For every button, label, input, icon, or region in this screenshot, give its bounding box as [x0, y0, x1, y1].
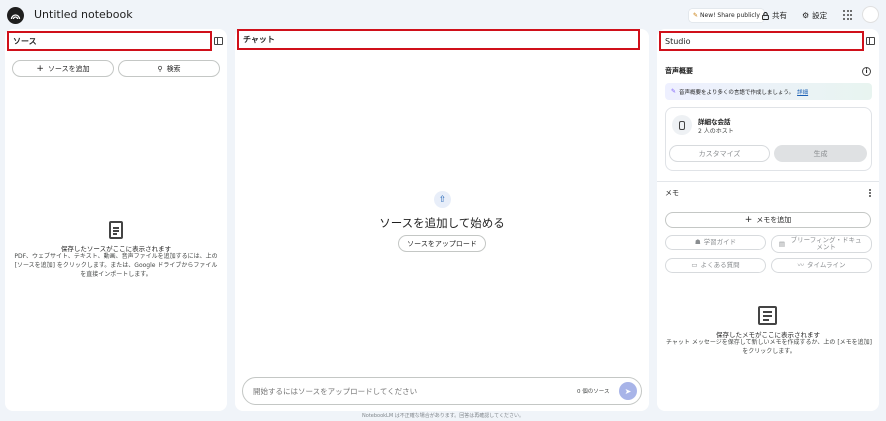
studio-panel-title: Studio: [659, 31, 864, 51]
add-memo-button[interactable]: + メモを追加: [665, 212, 871, 228]
chat-panel-title: チャット: [237, 29, 640, 50]
sources-panel: ソース + ソースを追加 ⚲ 検索 保存したソースがここに表示されます PDF、…: [5, 29, 227, 411]
banner-text: 音声概要をより多くの言語で作成しましょう。: [679, 89, 795, 96]
notebook-title[interactable]: Untitled notebook: [34, 8, 133, 21]
study-guide-button[interactable]: ☗ 学習ガイド: [665, 235, 766, 250]
faq-button[interactable]: ▭ よくある質問: [665, 258, 766, 273]
sources-panel-title: ソース: [7, 31, 212, 51]
study-guide-label: 学習ガイド: [703, 238, 737, 246]
section-divider: [657, 181, 879, 182]
briefing-doc-label: ブリーフィング・ドキュメント: [790, 236, 862, 251]
timeline-icon: 〰: [797, 261, 804, 269]
info-icon[interactable]: i: [862, 67, 871, 76]
search-button[interactable]: ⚲ 検索: [118, 60, 220, 77]
sparkle-icon: ✎: [671, 88, 677, 95]
memo-note-icon: [758, 306, 777, 325]
chat-bubble-icon: ▭: [691, 261, 698, 269]
studio-panel: Studio 音声概要 i ✎ 音声概要をより多くの言語で作成しましょう。 詳細…: [657, 29, 879, 411]
search-sparkle-icon: ⚲: [157, 64, 163, 73]
footer-disclaimer: NotebookLM は不正確な場合があります。回答は再確認してください。: [362, 413, 524, 419]
gear-icon: ⚙: [802, 11, 810, 20]
podcast-icon: [672, 115, 692, 135]
sparkle-icon: ✎: [693, 12, 699, 19]
graduation-cap-icon: ☗: [694, 238, 701, 246]
upload-source-button[interactable]: ソースをアップロード: [398, 235, 486, 252]
audio-overview-heading: 音声概要: [665, 67, 693, 75]
send-arrow-icon: ➤: [624, 386, 632, 396]
collapse-panel-icon[interactable]: [214, 37, 223, 45]
plus-icon: +: [36, 63, 44, 74]
sources-empty-description: PDF、ウェブサイト、テキスト、動画、音声ファイルを追加するには、上の [ソース…: [14, 253, 218, 278]
logo-glyph-icon: [10, 14, 21, 20]
share-button[interactable]: 共有: [762, 9, 787, 22]
customize-button[interactable]: カスタマイズ: [669, 145, 770, 162]
lock-icon: [762, 11, 769, 20]
collapse-studio-icon[interactable]: [866, 37, 875, 45]
source-count: 0 個のソース: [577, 389, 610, 395]
search-label: 検索: [166, 64, 181, 73]
notebooklm-logo-icon[interactable]: [7, 7, 24, 24]
plus-icon: +: [744, 215, 753, 225]
add-memo-label: メモを追加: [756, 216, 792, 224]
settings-label: 設定: [812, 11, 828, 20]
timeline-button[interactable]: 〰 タイムライン: [771, 258, 872, 273]
avatar[interactable]: [862, 6, 879, 23]
briefing-doc-button[interactable]: ▤ ブリーフィング・ドキュメント: [771, 235, 872, 253]
settings-button[interactable]: ⚙ 設定: [802, 9, 827, 22]
card-subtitle: 2 人のホスト: [698, 128, 734, 135]
document-icon: [109, 221, 123, 239]
add-source-label: ソースを追加: [47, 64, 90, 73]
generate-button[interactable]: 生成: [774, 145, 867, 162]
card-title: 詳細な会話: [698, 118, 731, 126]
banner-link[interactable]: 詳細: [797, 88, 808, 96]
faq-label: よくある質問: [700, 261, 740, 269]
memo-empty-description: チャット メッセージを保存して新しいメモを作成するか、上の [メモを追加] をク…: [665, 339, 873, 355]
apps-grid-icon[interactable]: [843, 10, 853, 20]
chat-input-box: 0 個のソース ➤: [242, 377, 642, 405]
send-button[interactable]: ➤: [619, 382, 637, 400]
more-options-icon[interactable]: [869, 189, 872, 197]
share-publicly-label: New! Share publicly: [700, 12, 760, 19]
chat-input[interactable]: [253, 385, 553, 398]
app-header: Untitled notebook ✎ New! Share publicly …: [0, 0, 886, 30]
upload-icon: ⇧: [434, 191, 451, 208]
language-banner: ✎ 音声概要をより多くの言語で作成しましょう。 詳細: [665, 83, 872, 100]
audio-overview-card: 詳細な会話 2 人のホスト カスタマイズ 生成: [665, 107, 872, 171]
document-icon: ▤: [778, 239, 786, 248]
share-publicly-pill[interactable]: ✎ New! Share publicly: [689, 9, 764, 22]
timeline-label: タイムライン: [806, 261, 846, 269]
memo-heading: メモ: [665, 189, 679, 197]
chat-empty-heading: ソースを追加して始める: [379, 216, 505, 230]
chat-panel: チャット ⇧ ソースを追加して始める ソースをアップロード 0 個のソース ➤: [235, 29, 649, 411]
add-source-button[interactable]: + ソースを追加: [12, 60, 114, 77]
share-label: 共有: [772, 11, 787, 20]
upload-source-label: ソースをアップロード: [407, 239, 477, 248]
